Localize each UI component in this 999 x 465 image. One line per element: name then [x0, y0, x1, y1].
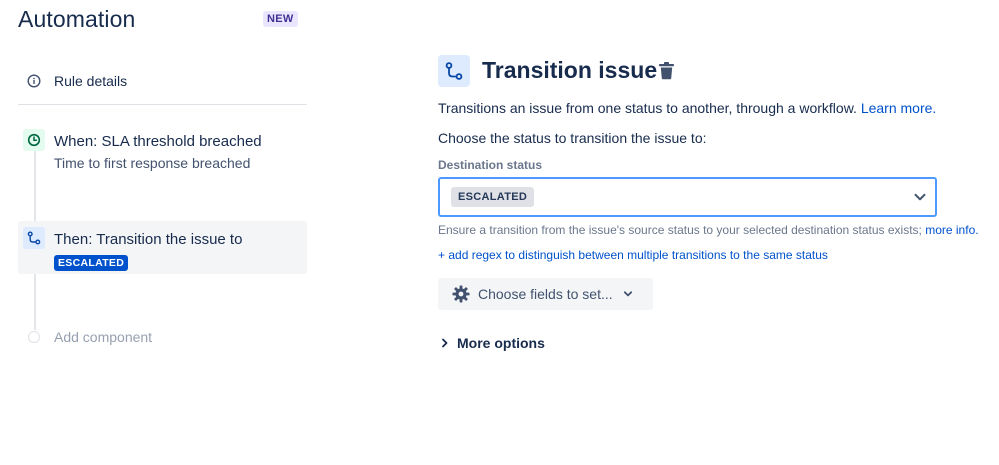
destination-helper-text: Ensure a transition from the issue's sou…: [438, 223, 979, 237]
transition-icon: [438, 55, 470, 87]
selected-status-lozenge: ESCALATED: [451, 187, 535, 207]
trigger-step-title: When: SLA threshold breached: [54, 133, 262, 150]
clock-icon: [23, 129, 45, 151]
add-regex-link[interactable]: + add regex to distinguish between multi…: [438, 248, 828, 262]
chevron-down-icon: [913, 190, 927, 209]
new-badge: NEW: [263, 11, 298, 27]
add-component-label: Add component: [54, 329, 153, 345]
add-dot-icon: [28, 331, 40, 343]
component-config-panel: Transition issue Transitions an issue fr…: [438, 0, 983, 465]
helper-text: Ensure a transition from the issue's sou…: [438, 223, 922, 237]
chevron-down-icon: [623, 289, 633, 299]
description-text: Transitions an issue from one status to …: [438, 100, 857, 116]
choose-status-text: Choose the status to transition the issu…: [438, 130, 707, 146]
gear-icon: [452, 285, 470, 303]
more-options-label: More options: [457, 335, 545, 351]
destination-status-select[interactable]: ESCALATED: [438, 177, 937, 217]
action-step-title: Then: Transition the issue to: [54, 231, 243, 248]
destination-status-label: Destination status: [438, 158, 543, 172]
more-info-link[interactable]: more info.: [925, 223, 978, 237]
sidebar: Automation NEW Rule details When: SLA th…: [0, 0, 310, 465]
trash-icon[interactable]: [658, 61, 675, 85]
status-lozenge: ESCALATED: [54, 255, 129, 271]
rule-details-label: Rule details: [54, 73, 128, 89]
choose-fields-button[interactable]: Choose fields to set...: [438, 278, 653, 310]
transition-icon: [23, 227, 45, 249]
info-icon: [20, 74, 48, 88]
trigger-step-subtitle: Time to first response breached: [54, 155, 251, 171]
more-options-toggle[interactable]: More options: [438, 333, 545, 353]
trigger-step[interactable]: When: SLA threshold breached Time to fir…: [18, 126, 307, 182]
divider: [18, 104, 307, 105]
rule-details-item[interactable]: Rule details: [18, 62, 308, 100]
component-description: Transitions an issue from one status to …: [438, 100, 936, 116]
add-component-button[interactable]: Add component: [18, 326, 152, 348]
choose-fields-label: Choose fields to set...: [478, 286, 613, 302]
action-step[interactable]: Then: Transition the issue to ESCALATED: [18, 221, 307, 274]
component-title: Transition issue: [482, 57, 658, 83]
page-title: Automation: [18, 6, 136, 32]
chevron-right-icon: [441, 338, 449, 348]
learn-more-link[interactable]: Learn more.: [861, 100, 936, 116]
